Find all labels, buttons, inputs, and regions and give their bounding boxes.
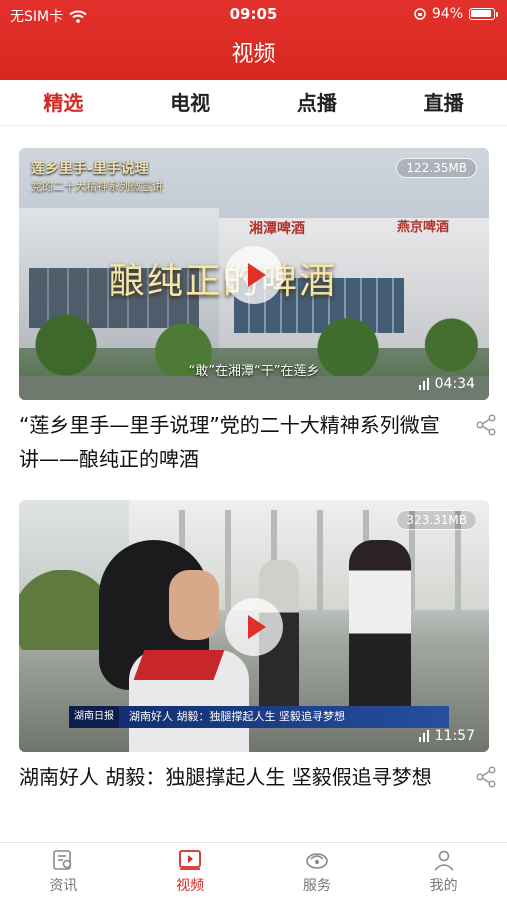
share-icon[interactable] bbox=[475, 414, 497, 436]
video-thumbnail[interactable]: 湖南好人 胡毅：独腿撑起人生 坚毅追寻梦想 湖南日报 323.31MB 11:5… bbox=[19, 500, 489, 752]
nav-video[interactable]: 视频 bbox=[127, 843, 254, 900]
overlay-headline: 莲乡里手-里手说理 bbox=[31, 161, 149, 177]
play-icon[interactable] bbox=[225, 246, 283, 304]
overlay-subheadline: 党的二十大精神系列微宣讲 bbox=[31, 180, 163, 193]
battery-icon bbox=[469, 8, 498, 20]
video-card[interactable]: 莲乡里手-里手说理 党的二十大精神系列微宣讲 湘潭啤酒 燕京啤酒 酿纯正的啤酒 … bbox=[19, 148, 496, 476]
battery-percent: 94% bbox=[431, 6, 463, 22]
nav-service[interactable]: 服务 bbox=[254, 843, 381, 900]
channel-tabs: 精选 电视 点播 直播 bbox=[0, 80, 507, 126]
nav-news[interactable]: 资讯 bbox=[0, 843, 127, 900]
tab-tv[interactable]: 电视 bbox=[127, 80, 254, 125]
scene-red-scarf bbox=[133, 650, 225, 680]
duration-text: 04:34 bbox=[434, 376, 475, 392]
tab-selected[interactable]: 精选 bbox=[0, 80, 127, 125]
ticker-text: 湖南好人 胡毅：独腿撑起人生 坚毅追寻梦想 bbox=[129, 710, 345, 723]
video-card[interactable]: 湖南好人 胡毅：独腿撑起人生 坚毅追寻梦想 湖南日报 323.31MB 11:5… bbox=[19, 500, 496, 794]
app-header: 无SIM卡 09:05 94% 视频 bbox=[0, 0, 507, 80]
duration-label: 04:34 bbox=[418, 376, 475, 392]
nav-profile[interactable]: 我的 bbox=[380, 843, 507, 900]
channel-logo: 湖南日报 bbox=[69, 706, 119, 728]
nav-label: 我的 bbox=[429, 878, 458, 894]
overlay-sign: 燕京啤酒 bbox=[397, 220, 450, 235]
tab-live[interactable]: 直播 bbox=[380, 80, 507, 125]
video-feed: 莲乡里手-里手说理 党的二十大精神系列微宣讲 湘潭啤酒 燕京啤酒 酿纯正的啤酒 … bbox=[0, 130, 507, 842]
overlay-sign: 湘潭啤酒 bbox=[249, 221, 305, 237]
page-title: 视频 bbox=[231, 42, 276, 67]
signal-bars-icon bbox=[418, 730, 429, 742]
profile-icon bbox=[434, 850, 454, 871]
share-icon[interactable] bbox=[475, 766, 497, 788]
nav-label: 服务 bbox=[302, 878, 331, 894]
video-title[interactable]: “莲乡里手—里手说理”党的二十大精神系列微宣讲——酿纯正的啤酒 bbox=[19, 408, 449, 476]
bottom-nav: 资讯 视频 服务 我的 bbox=[0, 842, 507, 900]
file-size-badge: 323.31MB bbox=[396, 510, 477, 530]
video-icon bbox=[179, 850, 202, 870]
video-thumbnail[interactable]: 莲乡里手-里手说理 党的二十大精神系列微宣讲 湘潭啤酒 燕京啤酒 酿纯正的啤酒 … bbox=[19, 148, 489, 400]
status-bar: 无SIM卡 09:05 94% bbox=[0, 0, 507, 28]
nav-label: 资讯 bbox=[49, 878, 78, 894]
news-ticker: 湖南好人 胡毅：独腿撑起人生 坚毅追寻梦想 bbox=[69, 706, 449, 728]
orientation-lock-icon bbox=[414, 8, 426, 20]
video-screen: 无SIM卡 09:05 94% 视频 精选 电视 点播 直播 莲乡里手-里手说理… bbox=[0, 0, 507, 900]
signal-bars-icon bbox=[418, 378, 429, 390]
news-icon bbox=[53, 850, 72, 870]
scene-face bbox=[169, 570, 219, 640]
nav-label: 视频 bbox=[176, 878, 205, 894]
scene-person bbox=[349, 540, 411, 710]
status-right: 94% bbox=[414, 6, 498, 22]
file-size-badge: 122.35MB bbox=[396, 158, 477, 178]
overlay-big-text: 酿纯正的啤酒 bbox=[109, 261, 338, 302]
duration-label: 11:57 bbox=[418, 728, 475, 744]
play-icon[interactable] bbox=[225, 598, 283, 656]
service-icon bbox=[306, 853, 328, 869]
tab-on-demand[interactable]: 点播 bbox=[254, 80, 381, 125]
duration-text: 11:57 bbox=[434, 728, 475, 744]
battery-level bbox=[471, 10, 491, 17]
video-title[interactable]: 湖南好人 胡毅：独腿撑起人生 坚毅假追寻梦想 bbox=[19, 760, 449, 794]
